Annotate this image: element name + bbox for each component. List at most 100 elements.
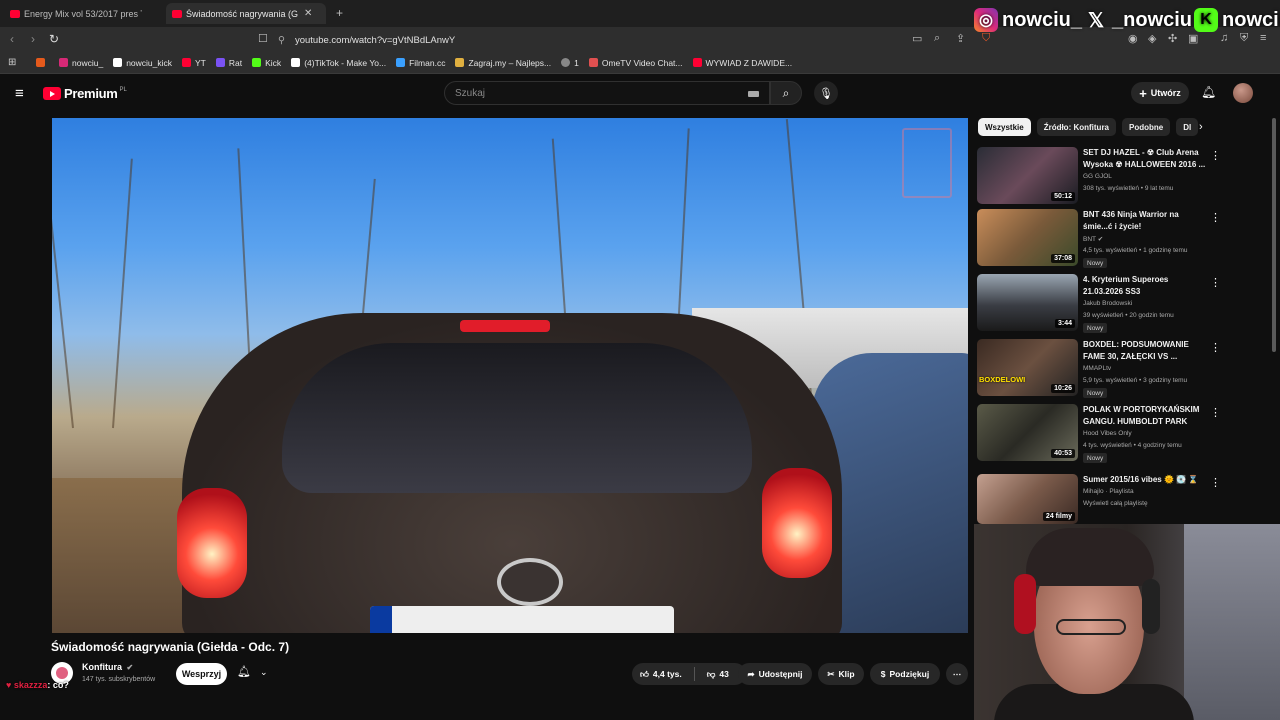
channel-name[interactable]: Konfitura ✔ — [82, 662, 133, 672]
video-player[interactable] — [52, 118, 968, 633]
more-vertical-icon[interactable]: ⋮ — [1210, 341, 1221, 354]
bookmark-item[interactable]: YT — [182, 58, 206, 68]
thanks-button[interactable]: $ Podziękuj — [870, 663, 940, 685]
keyboard-icon[interactable] — [748, 91, 759, 97]
share-icon[interactable]: ⇪ — [956, 32, 965, 45]
recommendation-title[interactable]: Sumer 2015/16 vibes 🌞 💽 ⌛ — [1083, 474, 1208, 486]
channel-watermark[interactable] — [902, 128, 952, 198]
recommendation-item[interactable]: 37:08 BNT 436 Ninja Warrior na śmie...ć … — [977, 209, 1222, 269]
chip-similar[interactable]: Podobne — [1122, 118, 1171, 136]
bookmark-item[interactable]: (4)TikTok - Make Yo... — [291, 58, 386, 68]
bookmark-icon[interactable]: ☐ — [258, 32, 268, 45]
share-button[interactable]: ➦ Udostępnij — [738, 663, 812, 685]
recommendation-title[interactable]: BNT 436 Ninja Warrior na śmie...ć i życi… — [1083, 209, 1208, 232]
voice-search-button[interactable]: 🎙 — [814, 81, 838, 105]
hamburger-menu-icon[interactable]: ≡ — [15, 85, 24, 102]
forward-icon[interactable]: › — [31, 32, 35, 46]
recommendation-item[interactable]: BOXDELOWI 10:26 BOXDEL: PODSUMOWANIE FAM… — [977, 339, 1222, 399]
globe-icon — [561, 58, 571, 67]
duration-badge: 50:12 — [1051, 192, 1075, 201]
more-vertical-icon[interactable]: ⋮ — [1210, 476, 1221, 489]
view-playlist-link[interactable]: Wyświetl całą playlistę — [1083, 500, 1148, 507]
clip-button[interactable]: ✂ Klip — [818, 663, 864, 685]
new-tab-button[interactable]: + — [336, 6, 343, 20]
url-field[interactable]: ⚲ youtube.com/watch?v=gVtNBdLAnwY — [278, 31, 968, 49]
avatar[interactable] — [1233, 83, 1253, 103]
more-vertical-icon[interactable]: ⋮ — [1210, 276, 1221, 289]
channel-name-text: Konfitura — [82, 662, 122, 672]
recommendation-item[interactable]: 50:12 SET DJ HAZEL - ☢ Club Arena Wysoka… — [977, 147, 1222, 207]
bookmark-item[interactable]: OmeTV Video Chat... — [588, 58, 683, 68]
chip-more[interactable]: Dl — [1176, 118, 1199, 136]
browser-tab-2[interactable]: Świadomość nagrywania (Gie ✕ — [166, 3, 326, 24]
bookmark-item[interactable]: WYWIAD Z DAWIDE... — [692, 58, 792, 68]
create-button[interactable]: + Utwórz — [1131, 82, 1189, 104]
more-vertical-icon[interactable]: ⋮ — [1210, 406, 1221, 419]
recommendation-channel[interactable]: GG GJOL — [1083, 173, 1112, 180]
cast-icon[interactable]: ▭ — [912, 32, 922, 45]
recommendation-channel[interactable]: MMAPLtv — [1083, 365, 1111, 372]
recommendation-channel[interactable]: Hood Vibes Only — [1083, 430, 1132, 437]
thumbnail[interactable]: 24 filmy — [977, 474, 1078, 524]
thumbnail[interactable]: BOXDELOWI 10:26 — [977, 339, 1078, 396]
more-horizontal-icon: ⋯ — [952, 668, 962, 679]
reload-icon[interactable]: ↻ — [49, 32, 59, 46]
chip-source[interactable]: Źródło: Konfitura — [1036, 118, 1117, 136]
back-icon[interactable]: ‹ — [10, 32, 14, 46]
recommendation-meta: 5,9 tys. wyświetleń • 3 godziny temu — [1083, 377, 1188, 384]
channel-text: BNT — [1083, 236, 1096, 243]
like-count: 4,4 tys. — [652, 669, 682, 679]
chip-all[interactable]: Wszystkie — [978, 118, 1031, 136]
bookmark-item[interactable]: Zagraj.my – Najleps... — [455, 58, 551, 68]
close-tab-icon[interactable]: ✕ — [304, 8, 312, 19]
more-vertical-icon[interactable]: ⋮ — [1210, 211, 1221, 224]
bookmark-item[interactable]: Rat — [215, 58, 242, 68]
recommendation-channel[interactable]: Jakub Brodowski — [1083, 300, 1132, 307]
recommendation-channel[interactable]: BNT ✔ — [1083, 235, 1103, 243]
bookmark-label: (4)TikTok - Make Yo... — [304, 57, 387, 68]
youtube-logo[interactable]: Premium PL — [43, 86, 127, 101]
bookmark-label: Zagraj.my – Najleps... — [468, 57, 552, 68]
search-button[interactable]: ⌕ — [770, 81, 802, 105]
support-button[interactable]: Wesprzyj — [176, 663, 227, 685]
bookmark-item[interactable]: nowciu_kick — [113, 58, 172, 68]
recommendation-meta: 308 tys. wyświetleń • 9 lat temu — [1083, 185, 1174, 192]
playlist-item[interactable]: 24 filmy Sumer 2015/16 vibes 🌞 💽 ⌛ Mihaj… — [977, 474, 1222, 524]
browser-tab-1[interactable]: Energy Mix vol 53/2017 pres The — [4, 3, 158, 24]
zoom-icon[interactable]: ⌕ — [934, 32, 940, 45]
recommendation-item[interactable]: 40:53 POLAK W PORTORYKAŃSKIM GANGU. HUMB… — [977, 404, 1222, 464]
like-button[interactable]: 👍︎ 4,4 tys. — [640, 669, 682, 680]
search-input[interactable]: Szukaj — [444, 81, 770, 105]
recommendation-meta: 4,5 tys. wyświetleń • 1 godzinę temu — [1083, 247, 1188, 254]
video-count-badge: 24 filmy — [1042, 512, 1075, 521]
bookmark-label: nowciu_kick — [126, 57, 173, 68]
recommendation-title[interactable]: SET DJ HAZEL - ☢ Club Arena Wysoka ☢ HAL… — [1083, 147, 1208, 170]
more-actions-button[interactable]: ⋯ — [946, 663, 968, 685]
recommendation-channel[interactable]: Mihajlo · Playlista — [1083, 488, 1134, 495]
recommendation-item[interactable]: 3:44 4. Kryterium Superoes 21.03.2026 SS… — [977, 274, 1222, 334]
webcam-person — [1142, 579, 1160, 634]
bookmark-item[interactable]: 1 — [561, 58, 579, 68]
recommendation-title[interactable]: 4. Kryterium Superoes 21.03.2026 SS3 — [1083, 274, 1208, 297]
video-scene — [112, 158, 133, 429]
recommendation-title[interactable]: POLAK W PORTORYKAŃSKIM GANGU. HUMBOLDT P… — [1083, 404, 1208, 427]
bookmark-item[interactable]: Filman.cc — [396, 58, 445, 68]
site-info-icon[interactable]: ⚲ — [278, 35, 285, 46]
thumbnail[interactable]: 50:12 — [977, 147, 1078, 204]
instagram-handle: nowciu_ — [1002, 8, 1083, 31]
thumbnail[interactable]: 3:44 — [977, 274, 1078, 331]
thumbnail[interactable]: 37:08 — [977, 209, 1078, 266]
notifications-bell-icon[interactable]: 🔔︎ — [1201, 85, 1216, 99]
chevron-right-icon[interactable]: › — [1199, 121, 1203, 133]
subscription-bell-button[interactable]: 🔔︎ ⌄ — [237, 665, 268, 678]
apps-grid-icon[interactable]: ⊞ — [8, 57, 16, 68]
bookmark-item[interactable]: Kick — [252, 58, 281, 68]
sidebar-scrollbar[interactable] — [1272, 118, 1276, 352]
social-overlay: ◎ nowciu_ 𝕏 _nowciu K nowciu — [972, 5, 1280, 35]
more-vertical-icon[interactable]: ⋮ — [1210, 149, 1221, 162]
bookmark-item[interactable]: nowciu_ — [59, 58, 103, 68]
dislike-button[interactable]: 👎︎ 43 — [707, 669, 729, 680]
recommendation-title[interactable]: BOXDEL: PODSUMOWANIE FAME 30, ZAŁĘCKI VS… — [1083, 339, 1208, 362]
bookmark-item[interactable] — [36, 58, 49, 67]
thumbnail[interactable]: 40:53 — [977, 404, 1078, 461]
